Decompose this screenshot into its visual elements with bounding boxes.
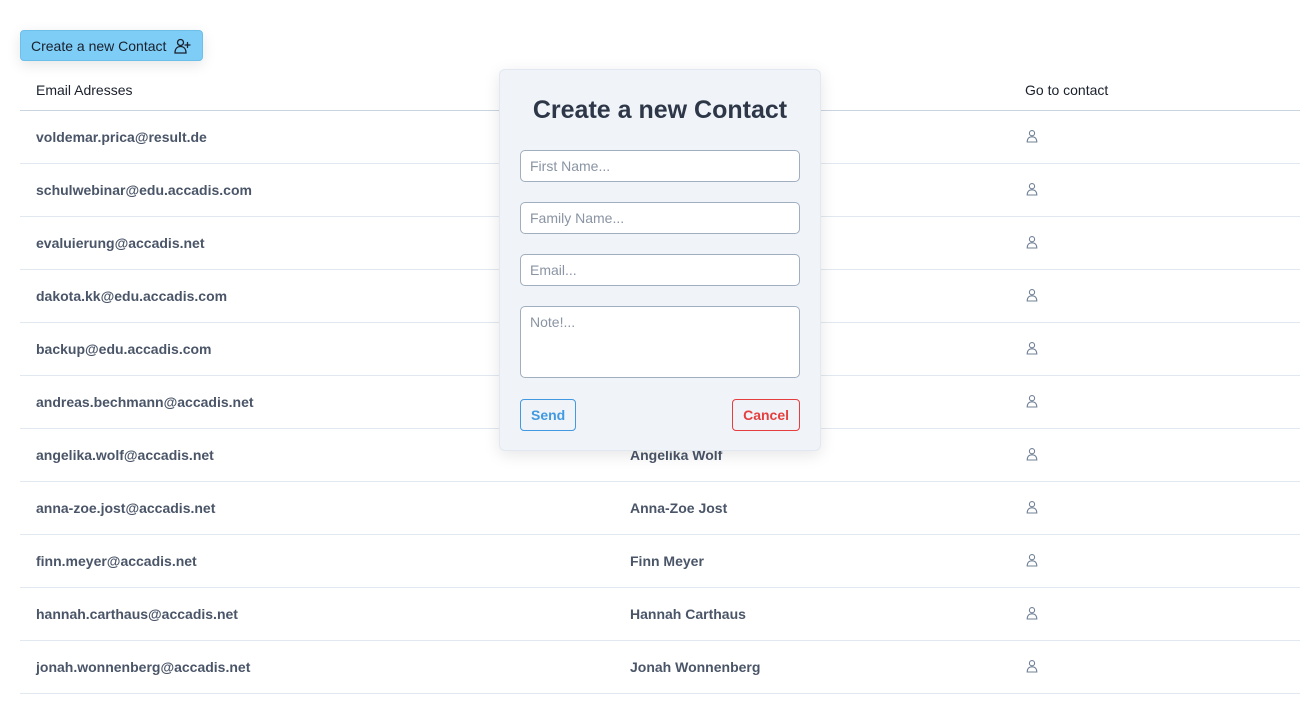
go-to-contact-cell — [1009, 216, 1300, 270]
contact-email: jonah.wonnenberg@accadis.net — [20, 640, 614, 694]
create-contact-button[interactable]: Create a new Contact — [20, 30, 204, 61]
note-textarea[interactable] — [520, 306, 800, 378]
user-icon[interactable] — [1025, 182, 1039, 196]
contact-name: Hannah Carthaus — [614, 587, 1009, 641]
user-icon[interactable] — [1025, 394, 1039, 408]
go-to-contact-cell — [1009, 481, 1300, 535]
send-button[interactable]: Send — [520, 399, 577, 431]
contact-name: Finn Meyer — [614, 534, 1009, 588]
user-icon[interactable] — [1025, 447, 1039, 461]
contact-name: Anna-Zoe Jost — [614, 481, 1009, 535]
contact-email: hannah.carthaus@accadis.net — [20, 587, 614, 641]
user-icon[interactable] — [1025, 129, 1039, 143]
create-contact-modal: Create a new Contact Send Cancel — [499, 69, 821, 451]
user-icon[interactable] — [1025, 659, 1039, 673]
go-to-contact-cell — [1009, 640, 1300, 694]
contact-name: Jonah Wonnenberg — [614, 640, 1009, 694]
table-row: hannah.carthaus@accadis.net Hannah Cartha… — [20, 587, 1300, 641]
table-row: finn.meyer@accadis.net Finn Meyer — [20, 534, 1300, 588]
email-input[interactable] — [520, 254, 800, 286]
user-icon[interactable] — [1025, 553, 1039, 567]
user-icon[interactable] — [1025, 288, 1039, 302]
create-contact-label: Create a new Contact — [31, 37, 167, 54]
contact-email: anna-zoe.jost@accadis.net — [20, 481, 614, 535]
modal-title: Create a new Contact — [532, 96, 788, 124]
go-to-contact-cell — [1009, 375, 1300, 429]
go-to-contact-cell — [1009, 587, 1300, 641]
cancel-button[interactable]: Cancel — [732, 399, 800, 431]
go-to-contact-cell — [1009, 269, 1300, 323]
user-icon[interactable] — [1025, 606, 1039, 620]
go-to-contact-cell — [1009, 163, 1300, 217]
first-name-input[interactable] — [520, 150, 800, 182]
contact-email: finn.meyer@accadis.net — [20, 534, 614, 588]
go-to-contact-cell — [1009, 322, 1300, 376]
user-icon[interactable] — [1025, 500, 1039, 514]
user-icon[interactable] — [1025, 235, 1039, 249]
header-go-to-contact: Go to contact — [1009, 70, 1300, 111]
go-to-contact-cell — [1009, 110, 1300, 164]
contacts-page: Create a new Contact Email Adresses Go t… — [0, 0, 1309, 702]
user-icon[interactable] — [1025, 341, 1039, 355]
table-row: anna-zoe.jost@accadis.net Anna-Zoe Jost — [20, 481, 1300, 535]
table-row: jonah.wonnenberg@accadis.net Jonah Wonnen… — [20, 640, 1300, 694]
go-to-contact-cell — [1009, 428, 1300, 482]
go-to-contact-cell — [1009, 534, 1300, 588]
user-plus-icon — [173, 37, 192, 55]
family-name-input[interactable] — [520, 202, 800, 234]
